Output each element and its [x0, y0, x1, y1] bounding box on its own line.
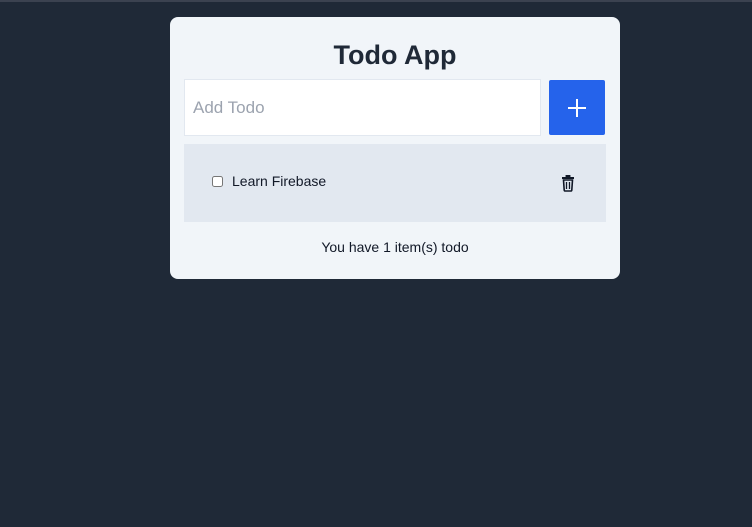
delete-todo-button[interactable] [560, 174, 576, 192]
add-todo-input[interactable] [184, 79, 541, 136]
todo-count-text: You have 1 item(s) todo [321, 239, 469, 255]
todo-list: Learn Firebase [184, 144, 606, 222]
todo-card: Todo App Learn Firebase You have 1 item(… [170, 17, 620, 279]
window-top-edge [0, 0, 752, 2]
add-todo-button[interactable] [549, 80, 605, 135]
todo-complete-checkbox[interactable] [212, 176, 223, 187]
app-title: Todo App [333, 40, 457, 70]
trash-icon [562, 175, 574, 192]
plus-icon [568, 98, 586, 117]
todo-item-label: Learn Firebase [232, 173, 327, 189]
todo-item: Learn Firebase [184, 144, 606, 222]
